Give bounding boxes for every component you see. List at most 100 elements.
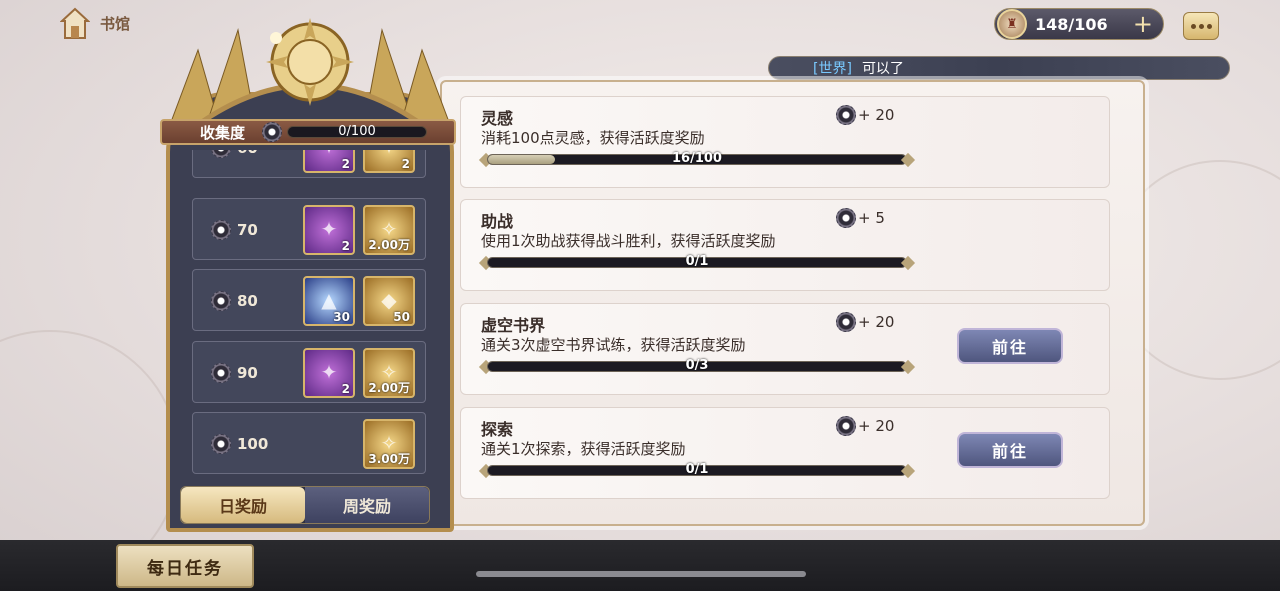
progress-text: 0/1: [685, 254, 709, 269]
reward-item[interactable]: ◆ 50: [363, 276, 415, 326]
reward-level: 80: [211, 291, 258, 311]
chat-button[interactable]: [1183, 12, 1219, 40]
task-title: 灵感: [481, 109, 514, 128]
tab-daily-tasks[interactable]: 每日任务: [116, 544, 254, 588]
activity-gear-icon: [836, 312, 856, 332]
tab-daily-reward[interactable]: 日奖励: [181, 487, 305, 523]
reward-amount: + 5: [858, 209, 885, 227]
item-count: 50: [393, 310, 410, 324]
task-reward: + 20: [836, 105, 894, 125]
activity-gear-icon: [211, 434, 231, 454]
task-progress-bar: 0/1: [487, 254, 907, 269]
activity-gear-icon: [836, 416, 856, 436]
reward-row[interactable]: 80 ▲ 30 ◆ 50: [192, 269, 426, 331]
reward-amount: + 20: [858, 106, 895, 124]
ticket-icon: ✦: [320, 217, 338, 241]
home-button[interactable]: 书馆: [59, 6, 131, 40]
activity-gear-icon: [262, 122, 282, 142]
candle-icon: ♜: [997, 9, 1027, 39]
dot-icon: [1206, 23, 1212, 29]
activity-gear-icon: [211, 220, 231, 240]
collection-progress: 收集度 0/100: [160, 119, 456, 145]
collection-text: 0/100: [338, 124, 376, 139]
item-count: 2: [341, 239, 350, 253]
item-count: 3.00万: [368, 452, 410, 466]
game-screen: { "header": {"home_label": "书馆", "curren…: [0, 0, 1280, 591]
level-value: 90: [237, 364, 258, 382]
reward-row[interactable]: 70 ✦ 2 ✧ 2.00万: [192, 198, 426, 260]
reward-tabs: 日奖励 周奖励: [180, 486, 430, 524]
task-reward: + 20: [836, 416, 894, 436]
progress-text: 0/3: [685, 358, 709, 373]
task-description: 通关1次探索，获得活跃度奖励: [481, 440, 686, 458]
task-title: 探索: [481, 420, 514, 439]
item-count: 2.00万: [368, 381, 410, 395]
collection-track: 0/100: [287, 124, 427, 139]
task-row: 虚空书界 通关3次虚空书界试练，获得活跃度奖励 + 20 0/3 前往: [460, 303, 1110, 395]
item-count: 30: [333, 310, 350, 324]
home-indicator[interactable]: [476, 571, 806, 577]
reward-row[interactable]: 60 ✦2 ✧2: [192, 150, 426, 178]
reward-item[interactable]: ▲ 30: [303, 276, 355, 326]
task-title: 虚空书界: [481, 316, 546, 335]
reward-item[interactable]: ✧ 2.00万: [363, 205, 415, 255]
task-description: 使用1次助战获得战斗胜利，获得活跃度奖励: [481, 232, 776, 250]
reward-row[interactable]: 90 ✦ 2 ✧ 2.00万: [192, 341, 426, 403]
reward-item[interactable]: ✧ 3.00万: [363, 419, 415, 469]
ticket-icon: ✦: [320, 360, 338, 384]
activity-gear-icon: [211, 150, 231, 158]
house-icon: [59, 6, 91, 40]
reward-item[interactable]: ✧2: [363, 150, 415, 173]
task-title: 助战: [481, 212, 514, 231]
collection-label: 收集度: [200, 123, 246, 142]
reward-item[interactable]: ✦2: [303, 150, 355, 173]
reward-amount: + 20: [858, 417, 895, 435]
activity-gear-icon: [211, 363, 231, 383]
goto-button[interactable]: 前往: [957, 432, 1063, 468]
reward-level: 60: [211, 150, 258, 158]
reward-item[interactable]: ✦2: [303, 205, 355, 255]
activity-gear-icon: [211, 291, 231, 311]
task-reward: + 20: [836, 312, 894, 332]
reward-level: 100: [211, 434, 268, 454]
add-currency-button[interactable]: +: [1133, 11, 1153, 37]
task-row: 灵感 消耗100点灵感，获得活跃度奖励 + 20 16/100: [460, 96, 1110, 188]
currency-value: 148/106: [1035, 14, 1108, 34]
task-description: 通关3次虚空书界试练，获得活跃度奖励: [481, 336, 746, 354]
chat-message: 可以了: [861, 61, 904, 77]
progress-text: 0/1: [685, 462, 709, 477]
task-progress-bar: 0/1: [487, 462, 907, 477]
activity-gear-icon: [836, 105, 856, 125]
reward-list[interactable]: 60 ✦2 ✧2 70 ✦2 ✧2.00万 80 ▲30 ◆50 90 ✦2 ✧…: [192, 150, 428, 476]
level-value: 100: [237, 435, 269, 453]
home-label: 书馆: [100, 14, 131, 33]
crystal-icon: ◆: [381, 288, 397, 312]
dot-icon: [1198, 23, 1204, 29]
dot-icon: [1190, 23, 1196, 29]
task-row: 助战 使用1次助战获得战斗胜利，获得活跃度奖励 + 5 0/1: [460, 199, 1110, 291]
world-chat-bar[interactable]: [世界] 可以了: [768, 56, 1230, 80]
level-value: 80: [237, 292, 258, 310]
item-count: 2.00万: [368, 238, 410, 252]
item-count: 2: [341, 382, 350, 396]
task-description: 消耗100点灵感，获得活跃度奖励: [481, 129, 705, 147]
chat-channel: [世界]: [813, 61, 852, 77]
task-progress-bar: 16/100: [487, 151, 907, 166]
level-value: 60: [237, 150, 258, 157]
goto-button[interactable]: 前往: [957, 328, 1063, 364]
reward-level: 70: [211, 220, 258, 240]
task-reward: + 5: [836, 208, 885, 228]
tab-weekly-reward[interactable]: 周奖励: [305, 487, 429, 523]
reward-level: 90: [211, 363, 258, 383]
reward-item[interactable]: ✧ 2.00万: [363, 348, 415, 398]
activity-gear-icon: [836, 208, 856, 228]
task-row: 探索 通关1次探索，获得活跃度奖励 + 20 0/1 前往: [460, 407, 1110, 499]
reward-row[interactable]: 100 ✧ 3.00万: [192, 412, 426, 474]
reward-amount: + 20: [858, 313, 895, 331]
item-count: 2: [341, 157, 350, 171]
crystal-dust-icon: ▲: [321, 288, 337, 312]
currency-counter: ♜ 148/106 +: [994, 8, 1164, 40]
reward-item[interactable]: ✦2: [303, 348, 355, 398]
level-value: 70: [237, 221, 258, 239]
task-progress-bar: 0/3: [487, 358, 907, 373]
